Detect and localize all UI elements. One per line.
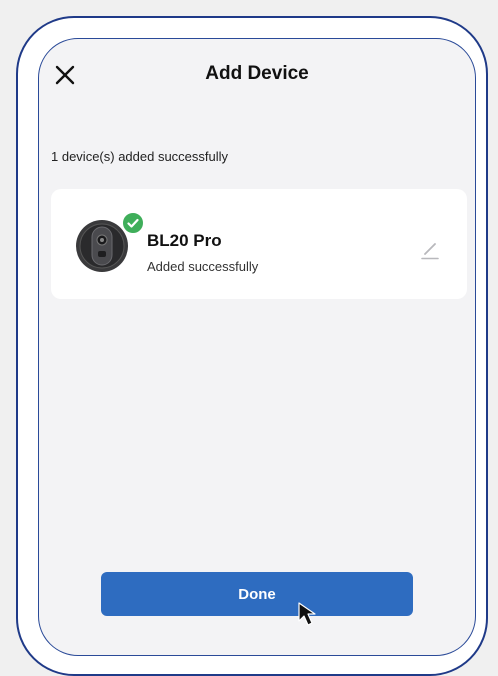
phone-screen: Add Device 1 device(s) added successfull… xyxy=(38,38,476,656)
success-badge xyxy=(121,211,145,235)
header: Add Device xyxy=(39,39,475,113)
check-icon xyxy=(127,218,139,228)
device-card[interactable]: BL20 Pro Added successfully xyxy=(51,189,467,299)
done-button[interactable]: Done xyxy=(101,572,413,616)
edit-name-button[interactable] xyxy=(419,239,441,261)
pencil-icon xyxy=(421,243,439,260)
device-status: Added successfully xyxy=(147,259,259,274)
page-title: Add Device xyxy=(205,63,309,84)
device-name: BL20 Pro xyxy=(147,231,222,250)
success-summary: 1 device(s) added successfully xyxy=(51,149,229,164)
